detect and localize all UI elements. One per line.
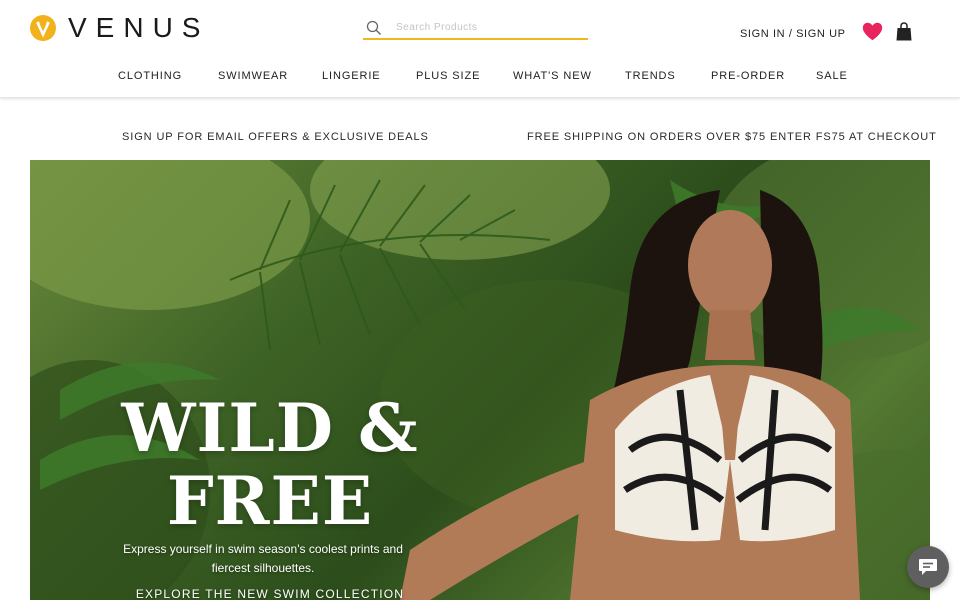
explore-swim-collection-link[interactable]: EXPLORE THE NEW SWIM COLLECTION <box>115 587 425 600</box>
nav-item-plus-size[interactable]: PLUS SIZE <box>416 70 480 82</box>
nav-item-swimwear[interactable]: SWIMWEAR <box>218 70 288 82</box>
venus-logo-icon <box>30 15 56 41</box>
brand-wordmark: VENUS <box>68 12 210 43</box>
hero-subtitle: Express yourself in swim season's cooles… <box>123 542 403 575</box>
chat-icon <box>919 559 937 575</box>
search-input[interactable] <box>396 18 576 37</box>
nav-item-pre-order[interactable]: PRE-ORDER <box>711 70 785 82</box>
hero-title: WILD & FREE <box>115 392 425 538</box>
search-bar <box>363 17 588 40</box>
nav-item-whats-new[interactable]: WHAT'S NEW <box>513 70 592 82</box>
account-links: SIGN IN / SIGN UP <box>740 28 846 40</box>
main-nav: CLOTHING SWIMWEAR LINGERIE PLUS SIZE WHA… <box>0 70 960 86</box>
heart-icon[interactable] <box>862 22 883 41</box>
email-signup-promo[interactable]: SIGN UP FOR EMAIL OFFERS & EXCLUSIVE DEA… <box>122 131 429 143</box>
account-separator: / <box>788 28 793 40</box>
site-header: VENUS SIGN IN / SIGN UP CLOTHING SWIMWEA… <box>0 0 960 98</box>
nav-item-lingerie[interactable]: LINGERIE <box>322 70 381 82</box>
brand-logo[interactable]: VENUS <box>30 14 209 42</box>
nav-item-sale[interactable]: SALE <box>816 70 848 82</box>
search-icon[interactable] <box>366 20 382 36</box>
sign-in-link[interactable]: SIGN IN <box>740 28 785 40</box>
chat-button[interactable] <box>907 546 949 588</box>
free-shipping-promo[interactable]: FREE SHIPPING ON ORDERS OVER $75 ENTER F… <box>527 131 937 143</box>
hero-title-line-1: WILD & <box>121 389 419 467</box>
hero-banner[interactable]: WILD & FREE Express yourself in swim sea… <box>30 160 930 600</box>
shopping-bag-icon[interactable] <box>896 22 912 41</box>
hero-title-line-2: FREE <box>166 462 374 540</box>
nav-item-trends[interactable]: TRENDS <box>625 70 676 82</box>
nav-item-clothing[interactable]: CLOTHING <box>118 70 182 82</box>
sign-up-link[interactable]: SIGN UP <box>796 28 845 40</box>
